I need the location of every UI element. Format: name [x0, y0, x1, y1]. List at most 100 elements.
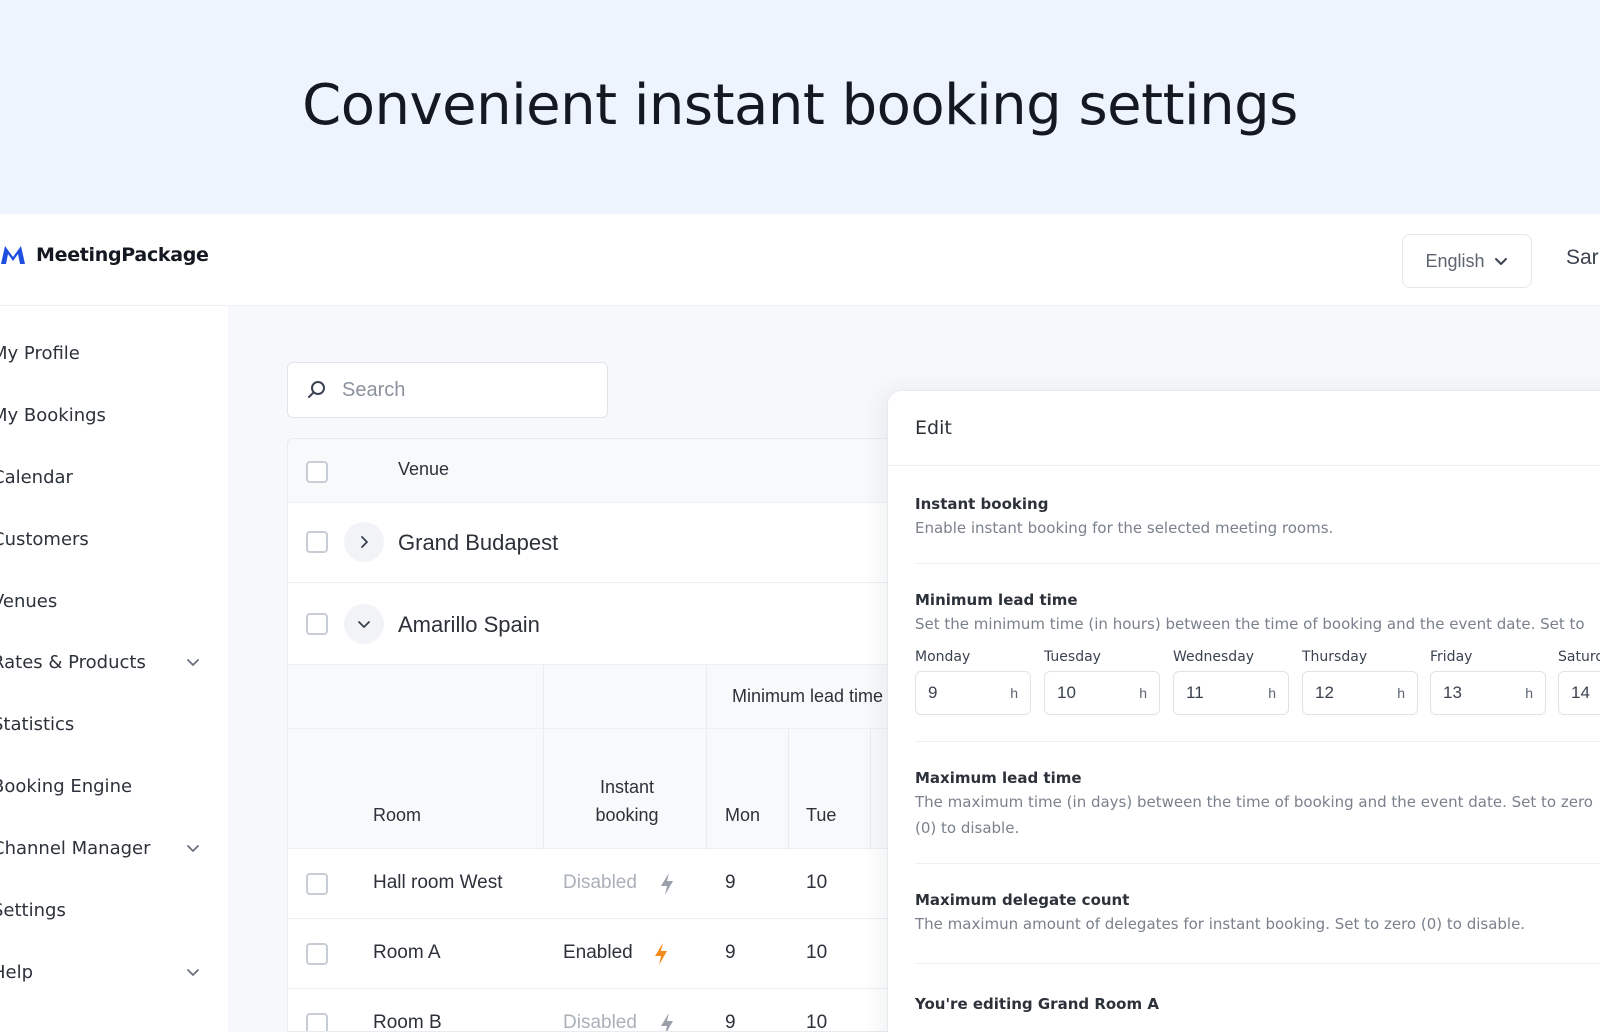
maximum-delegate-count-description: The maximun amount of delegates for inst… — [915, 915, 1526, 933]
venue-checkbox[interactable] — [306, 613, 328, 635]
chevron-right-icon — [361, 536, 368, 548]
room-name: Room A — [373, 942, 441, 963]
search-input[interactable] — [342, 378, 582, 402]
day-value: 13 — [1443, 683, 1462, 702]
instant-booking-status: Disabled — [563, 1012, 637, 1032]
sidebar-item-label: Settings — [0, 899, 66, 921]
room-group-header-row: Minimum lead time — [288, 665, 906, 729]
venue-column-header: Venue — [398, 459, 450, 479]
edit-panel-title: Edit — [915, 417, 952, 439]
sidebar-item-label: Statistics — [0, 713, 75, 735]
venue-row[interactable]: Grand Budapest — [288, 503, 906, 583]
sidebar-item-label: Booking Engine — [0, 775, 133, 797]
wednesday-hours-input[interactable]: 11 h — [1173, 671, 1289, 715]
table-row[interactable]: Room A Enabled 9 10 — [288, 919, 906, 989]
search-field[interactable] — [287, 362, 608, 418]
venue-checkbox[interactable] — [306, 531, 328, 553]
collapse-venue-button[interactable] — [344, 604, 384, 644]
tuesday-hours-input[interactable]: 10 h — [1044, 671, 1160, 715]
room-checkbox[interactable] — [306, 1013, 328, 1031]
mon-lead-time: 9 — [725, 1012, 736, 1032]
column-divider — [706, 665, 707, 849]
sidebar-item-statistics[interactable]: Statistics — [0, 709, 202, 739]
sidebar-item-channel-manager[interactable]: Channel Manager — [0, 833, 202, 863]
divider — [915, 563, 1600, 564]
day-label: Thursday — [1302, 649, 1368, 665]
lightning-bolt-icon[interactable] — [658, 1012, 676, 1032]
top-bar: MeetingPackage English Sar — [0, 214, 1600, 306]
column-divider — [870, 729, 871, 849]
room-column-header: Room — [373, 805, 422, 825]
maximum-lead-time-description: The maximum time (in days) between the t… — [915, 793, 1593, 837]
chevron-down-icon — [1494, 258, 1507, 265]
monday-hours-input[interactable]: 9h — [915, 671, 1031, 715]
thursday-hours-input[interactable]: 12 h — [1302, 671, 1418, 715]
brand-logo[interactable]: MeetingPackage — [0, 244, 209, 266]
tue-lead-time: 10 — [806, 942, 828, 963]
meetingpackage-logo-icon — [1, 246, 25, 264]
room-column-header-row: Room Instant booking Mon Tue — [288, 729, 906, 849]
divider — [915, 863, 1600, 864]
day-label: Friday — [1430, 649, 1473, 665]
friday-hours-input[interactable]: 13 h — [1430, 671, 1546, 715]
sidebar-item-label: Rates & Products — [0, 651, 146, 673]
hero-title: Convenient instant booking settings — [302, 72, 1298, 138]
rooms-table: Venue Grand Budapest Amarillo Spain Mini… — [287, 438, 907, 1032]
mon-column-header: Mon — [725, 805, 761, 825]
mon-lead-time: 9 — [725, 942, 736, 963]
hours-unit: h — [1139, 685, 1147, 701]
day-value: 11 — [1186, 683, 1204, 702]
room-checkbox[interactable] — [306, 873, 328, 895]
lightning-bolt-icon[interactable] — [652, 942, 670, 966]
table-row[interactable]: Room B Disabled 9 10 — [288, 989, 906, 1032]
day-label: Monday — [915, 649, 971, 665]
sidebar-item-settings[interactable]: Settings — [0, 895, 202, 925]
saturday-lead-time-field: Saturday 14h — [1558, 649, 1600, 715]
tue-column-header: Tue — [806, 805, 837, 825]
room-name: Room B — [373, 1012, 442, 1032]
instant-booking-column-header-line2: booking — [595, 805, 659, 825]
monday-lead-time-field: Monday 9h — [915, 649, 1031, 715]
language-select[interactable]: English — [1402, 234, 1532, 288]
hours-unit: h — [1397, 685, 1405, 701]
sidebar-item-customers[interactable]: Customers — [0, 524, 202, 554]
sidebar-item-label: Help — [0, 961, 34, 983]
hours-unit: h — [1268, 685, 1276, 701]
minimum-lead-time-group-header: Minimum lead time — [732, 686, 884, 706]
venue-name: Amarillo Spain — [398, 612, 540, 637]
chevron-down-icon — [187, 845, 199, 852]
room-checkbox[interactable] — [306, 943, 328, 965]
instant-booking-column-header-line1: Instant — [599, 777, 655, 797]
day-value: 10 — [1057, 683, 1076, 702]
sidebar-item-label: My Bookings — [0, 404, 106, 426]
venue-row[interactable]: Amarillo Spain — [288, 583, 906, 665]
maximum-lead-time-title: Maximum lead time — [915, 769, 1082, 787]
day-label: Wednesday — [1173, 649, 1255, 665]
sidebar-item-calendar[interactable]: Calendar — [0, 462, 202, 492]
language-label: English — [1425, 250, 1485, 271]
sidebar-item-my-profile[interactable]: My Profile — [0, 338, 202, 368]
sidebar-item-label: Customers — [0, 528, 89, 550]
column-divider — [543, 665, 544, 849]
chevron-down-icon — [187, 659, 199, 666]
editing-room-note: You're editing Grand Room A — [915, 995, 1159, 1013]
venue-name: Grand Budapest — [398, 530, 559, 555]
expand-venue-button[interactable] — [344, 522, 384, 562]
column-divider — [788, 729, 789, 849]
sidebar-item-venues[interactable]: Venues — [0, 586, 202, 616]
sidebar-item-my-bookings[interactable]: My Bookings — [0, 400, 202, 430]
instant-booking-status: Disabled — [563, 872, 637, 893]
table-row[interactable]: Hall room West Disabled 9 10 — [288, 849, 906, 919]
chevron-down-icon — [187, 969, 199, 976]
saturday-hours-input[interactable]: 14h — [1558, 671, 1600, 715]
lightning-bolt-icon[interactable] — [658, 872, 676, 896]
day-label: Tuesday — [1044, 649, 1101, 665]
sidebar-item-booking-engine[interactable]: Booking Engine — [0, 771, 202, 801]
user-menu[interactable]: Sar — [1566, 246, 1599, 270]
day-value: 14 — [1571, 683, 1590, 702]
sidebar-item-help[interactable]: Help — [0, 957, 202, 987]
select-all-checkbox[interactable] — [306, 461, 328, 483]
sidebar-item-label: My Profile — [0, 342, 80, 364]
sidebar-item-rates-products[interactable]: Rates & Products — [0, 647, 202, 677]
hours-unit: h — [1010, 685, 1018, 701]
